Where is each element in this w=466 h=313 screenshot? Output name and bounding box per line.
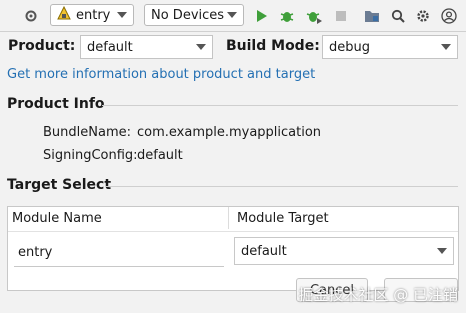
module-combo[interactable]: entry [50,4,134,26]
signing-config-value: default [137,148,183,163]
module-name-value: entry [18,245,53,260]
column-header-module-name: Module Name [12,211,102,226]
device-combo-label: No Devices [151,7,225,23]
module-name-cell[interactable]: entry [14,239,224,267]
more-info-link[interactable]: Get more information about product and t… [7,67,315,82]
product-select[interactable]: default [80,35,213,59]
section-divider [105,186,458,187]
toolbar: entry No Devices [0,0,466,32]
build-mode-select-value: debug [329,39,370,55]
column-header-module-target: Module Target [237,211,329,226]
run-icon[interactable] [253,7,271,25]
module-combo-label: entry [76,7,111,23]
debug-icon[interactable] [278,7,296,25]
bundle-name-label: BundleName: [43,125,131,140]
chevron-down-icon [437,248,447,254]
settings-icon[interactable] [414,7,432,25]
project-structure-icon[interactable] [363,7,381,25]
attach-debugger-icon[interactable] [305,7,323,25]
module-target-value: default [241,243,287,259]
device-combo[interactable]: No Devices [144,4,244,26]
stop-icon[interactable] [332,7,350,25]
account-icon[interactable] [440,7,458,25]
build-mode-select[interactable]: debug [322,35,458,59]
product-select-value: default [87,39,133,55]
watermark: 掘金技术社区 @ 已注销 [298,286,458,304]
product-label: Product: [8,38,76,54]
chevron-down-icon [227,12,237,18]
search-icon[interactable] [389,7,407,25]
section-divider [102,105,458,106]
chevron-down-icon [117,12,127,18]
chevron-down-icon [441,44,451,50]
target-select-title: Target Select [7,177,112,193]
signing-config-label: SigningConfig: [43,148,138,163]
header-divider [8,231,458,232]
module-icon [57,5,71,24]
run-configuration-panel: Product: default Build Mode: debug Get m… [0,32,466,313]
bundle-name-value: com.example.myapplication [137,125,322,140]
gear-icon[interactable] [22,7,40,25]
module-target-select[interactable]: default [234,237,454,265]
product-info-title: Product Info [7,96,105,112]
column-divider [228,207,229,229]
chevron-down-icon [196,44,206,50]
build-mode-label: Build Mode: [226,38,320,54]
